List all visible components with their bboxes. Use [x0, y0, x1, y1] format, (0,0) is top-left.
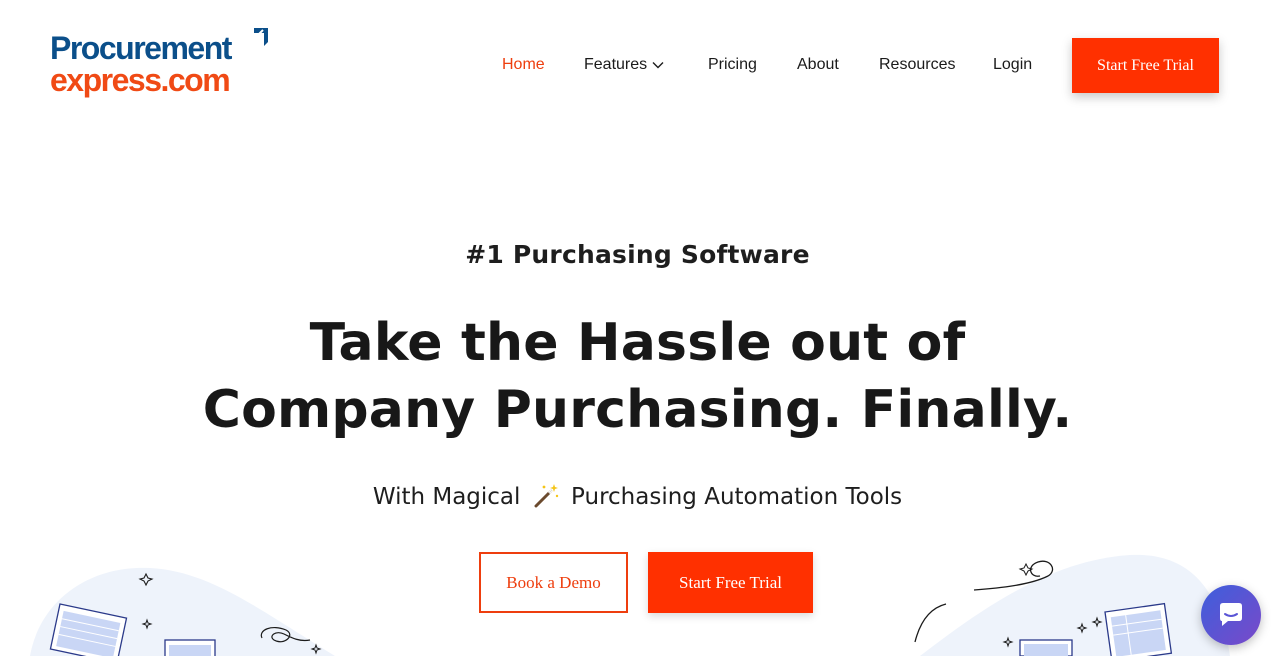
nav-resources[interactable]: Resources	[879, 55, 955, 75]
chat-bubble-icon	[1220, 603, 1242, 626]
hero-eyebrow: #1 Purchasing Software	[465, 240, 810, 269]
hero-subhead: With Magical Purchasing Automation Tools	[0, 482, 1275, 510]
logo-arrow-icon	[254, 28, 268, 46]
hero-start-free-trial-button[interactable]: Start Free Trial	[648, 552, 813, 613]
chevron-down-icon	[652, 61, 664, 69]
sparkle-icon	[1018, 562, 1034, 577]
nav-features[interactable]: Features	[584, 55, 664, 75]
document-icon	[1104, 602, 1173, 656]
book-demo-button[interactable]: Book a Demo	[479, 552, 628, 613]
left-illustration	[30, 567, 335, 656]
chat-widget-button[interactable]	[1201, 585, 1261, 645]
nav-features-label: Features	[584, 56, 648, 73]
document-icon	[1019, 639, 1073, 656]
nav-login[interactable]: Login	[993, 55, 1032, 75]
right-illustration	[914, 554, 1230, 656]
hero-subhead-before: With Magical	[372, 484, 521, 510]
hero-headline: Take the Hassle out of Company Purchasin…	[0, 310, 1275, 444]
nav-pricing[interactable]: Pricing	[708, 55, 757, 75]
swirl-icon	[914, 603, 947, 643]
document-icon	[164, 639, 216, 656]
nav-home[interactable]: Home	[502, 55, 545, 75]
hero-headline-line2: Company Purchasing. Finally.	[202, 380, 1073, 440]
hero-headline-line1: Take the Hassle out of	[309, 313, 966, 373]
nav-about[interactable]: About	[797, 55, 839, 75]
magic-wand-icon	[534, 484, 558, 508]
hero-subhead-after: Purchasing Automation Tools	[571, 484, 903, 510]
header-start-free-trial-button[interactable]: Start Free Trial	[1072, 38, 1219, 93]
